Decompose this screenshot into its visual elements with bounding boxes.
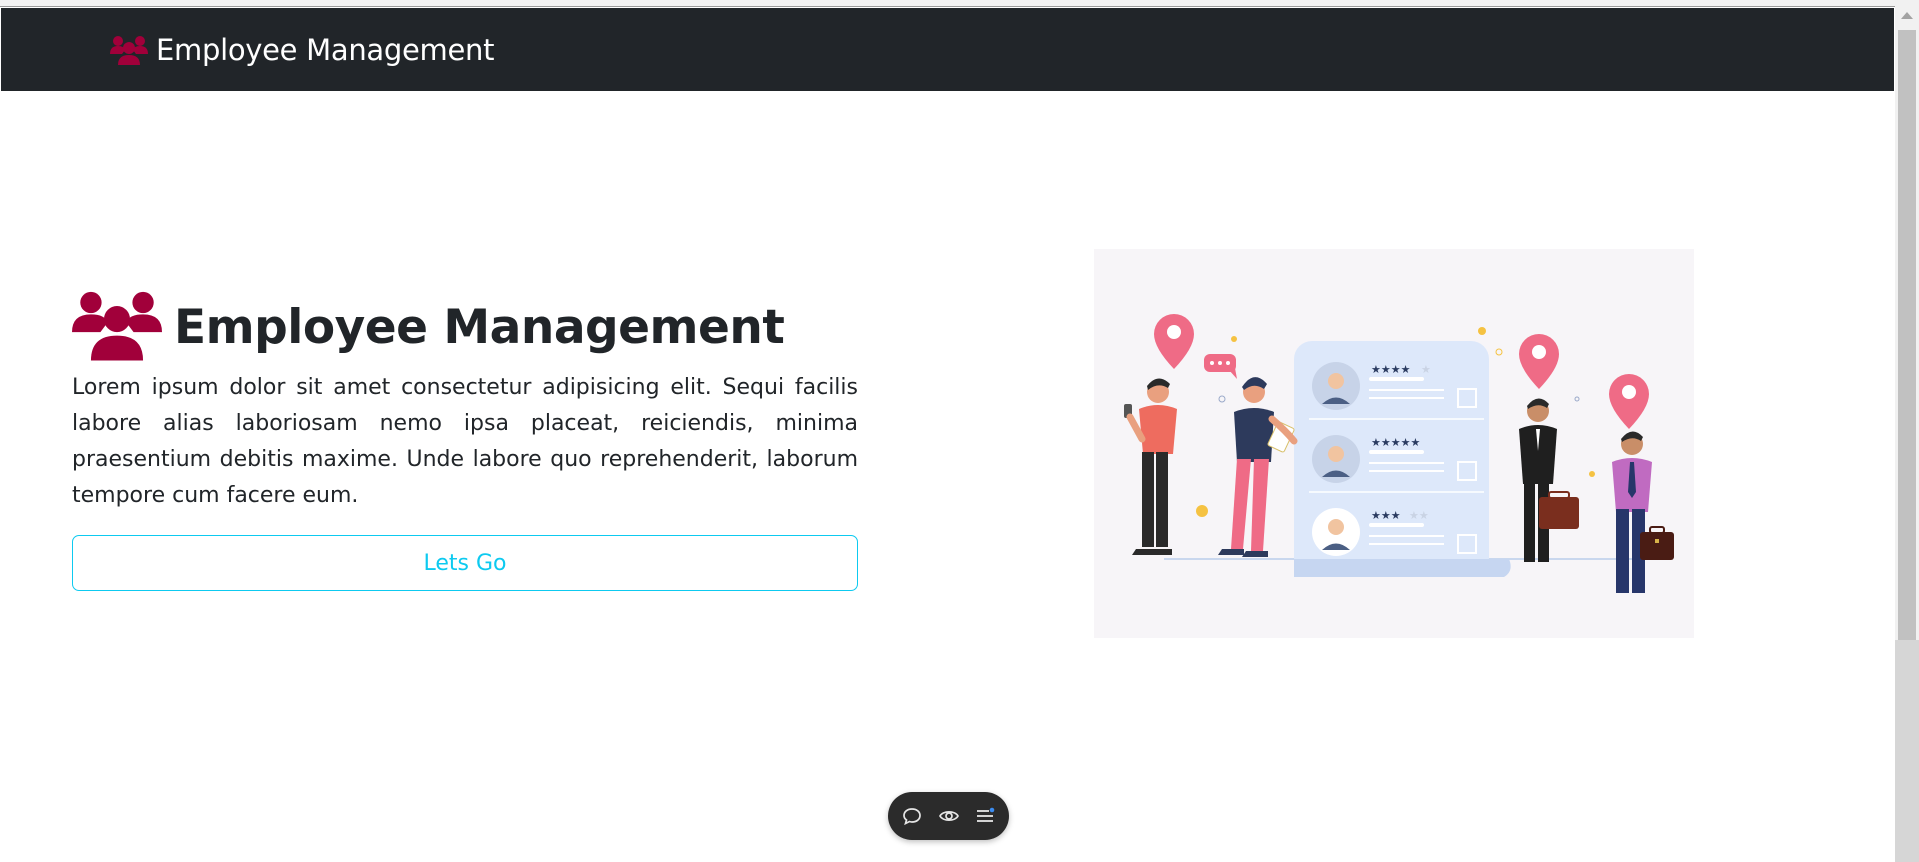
users-icon	[110, 35, 148, 65]
eye-icon[interactable]	[936, 803, 962, 829]
scroll-thumb[interactable]	[1898, 30, 1916, 640]
scroll-track[interactable]	[1895, 640, 1919, 862]
hero-heading: Employee Management	[72, 289, 785, 366]
navbar: Employee Management	[1, 8, 1894, 91]
employee-ratings-illustration: ★★★★ ★ ★★★★★ ★★★ ★★	[1094, 249, 1694, 638]
hero-description: Lorem ipsum dolor sit amet consectetur a…	[72, 375, 858, 508]
window-top-border	[0, 0, 1895, 7]
scroll-up-arrow-icon[interactable]	[1901, 12, 1913, 19]
page-title: Employee Management	[174, 300, 785, 355]
vertical-scrollbar[interactable]	[1895, 0, 1919, 862]
navbar-brand[interactable]: Employee Management	[110, 8, 494, 91]
svg-text:★★★★: ★★★★	[1371, 363, 1411, 376]
menu-icon[interactable]	[972, 803, 998, 829]
users-icon	[72, 289, 162, 366]
brand-title: Employee Management	[156, 32, 495, 67]
app-frame: Employee Management Employee Management …	[0, 0, 1919, 862]
comment-icon[interactable]	[899, 803, 925, 829]
svg-text:★★★: ★★★	[1371, 509, 1401, 522]
lets-go-button[interactable]: Lets Go	[72, 535, 858, 591]
svg-text:★★: ★★	[1409, 509, 1429, 522]
floating-toolbar	[888, 792, 1009, 840]
svg-text:★★★★★: ★★★★★	[1371, 436, 1420, 449]
svg-text:★: ★	[1421, 363, 1431, 376]
